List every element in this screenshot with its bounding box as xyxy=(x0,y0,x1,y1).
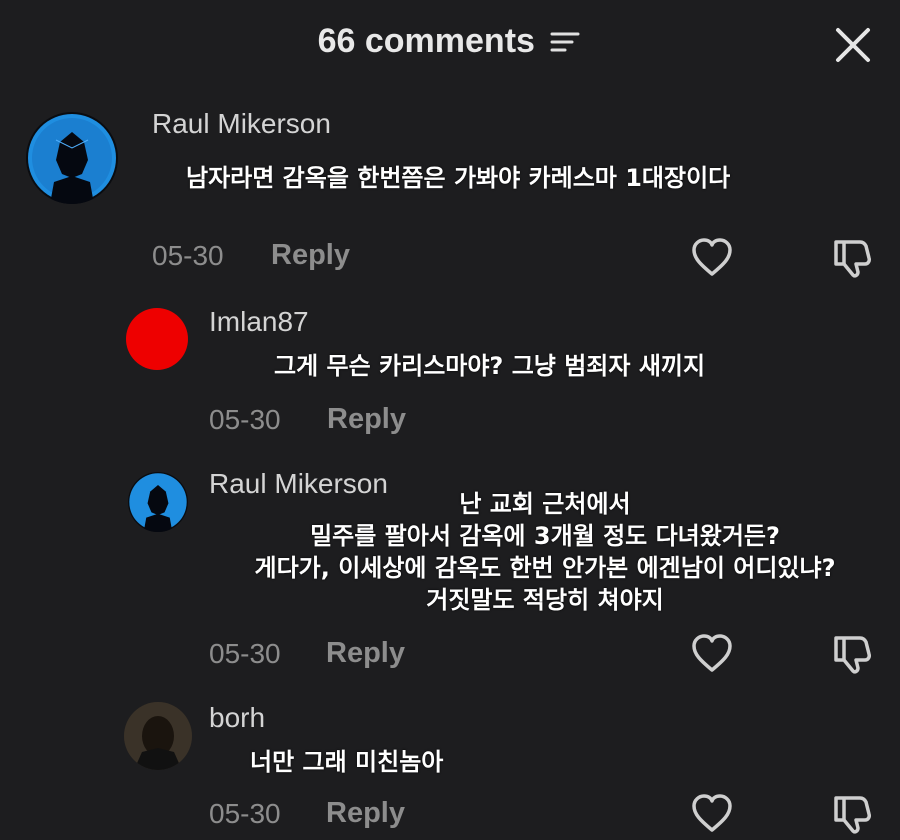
comment-count-title: 66 comments xyxy=(317,22,535,60)
comment-text-line: 거짓말도 적당히 쳐야지 xyxy=(426,586,664,614)
comment-text: 너만 그래 미친놈아 xyxy=(250,748,444,776)
comment-text: 그게 무슨 카리스마야? 그냥 범죄자 새끼지 xyxy=(274,352,706,380)
heart-icon[interactable] xyxy=(690,792,734,840)
comment-text-line: 게다가, 이세상에 감옥도 한번 안가본 에겐남이 어디있냐? xyxy=(254,554,836,582)
comment-text: 남자라면 감옥을 한번쯤은 가봐야 카레스마 1대장이다 xyxy=(186,164,731,192)
comment-date: 05-30 xyxy=(209,638,281,669)
heart-icon[interactable] xyxy=(690,236,734,284)
avatar[interactable] xyxy=(124,702,192,770)
reply-button[interactable]: Reply xyxy=(327,403,406,436)
reply-button[interactable]: Reply xyxy=(326,637,405,670)
heart-icon[interactable] xyxy=(690,632,734,680)
comment-date: 05-30 xyxy=(152,240,224,271)
comment-text-line: 난 교회 근처에서 xyxy=(459,490,631,518)
avatar[interactable] xyxy=(126,308,188,370)
comment-username[interactable]: Raul Mikerson xyxy=(152,108,331,140)
avatar[interactable] xyxy=(128,472,188,532)
comment-text-line: 밀주를 팔아서 감옥에 3개월 정도 다녀왔거든? xyxy=(310,522,780,550)
close-icon[interactable] xyxy=(834,26,872,64)
comment-date: 05-30 xyxy=(209,798,281,829)
avatar[interactable] xyxy=(26,112,118,204)
thumbs-down-icon[interactable] xyxy=(830,632,874,680)
comment-text: 난 교회 근처에서 밀주를 팔아서 감옥에 3개월 정도 다녀왔거든? 게다가,… xyxy=(200,488,890,616)
reply-button[interactable]: Reply xyxy=(271,239,350,272)
comment-username[interactable]: Imlan87 xyxy=(209,306,309,338)
filter-icon[interactable] xyxy=(550,24,582,63)
reply-button[interactable]: Reply xyxy=(326,797,405,830)
comment-username[interactable]: borh xyxy=(209,702,265,734)
comments-header: 66 comments xyxy=(0,22,900,63)
comment-date: 05-30 xyxy=(209,404,281,435)
thumbs-down-icon[interactable] xyxy=(830,792,874,840)
thumbs-down-icon[interactable] xyxy=(830,236,874,284)
